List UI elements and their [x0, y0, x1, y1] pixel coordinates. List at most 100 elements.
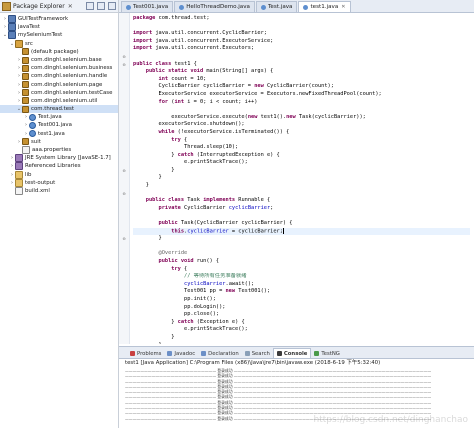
tab-testng[interactable]: TestNG: [311, 349, 343, 358]
code-text: Runnable {: [235, 197, 271, 204]
tree-item[interactable]: › javaTest: [0, 23, 118, 32]
code-line: Thread.sleep(10);: [133, 144, 470, 152]
tree-item[interactable]: (default package): [0, 48, 118, 56]
tree-item-label: Test.java: [38, 114, 62, 121]
tab-javadoc[interactable]: Javadoc: [164, 349, 198, 358]
code-keyword: try: [171, 136, 181, 143]
code-line: ExecutorService executorService = Execut…: [133, 91, 470, 99]
code-keyword: import: [133, 30, 153, 37]
pkg-icon: [22, 138, 29, 146]
bottom-tab-label: TestNG: [321, 350, 340, 357]
tree-item[interactable]: › test1.java: [0, 130, 118, 138]
tree-item[interactable]: ⌄ com.thread.test: [0, 105, 118, 114]
code-line: }: [133, 235, 470, 243]
tab-declaration[interactable]: Declaration: [198, 349, 242, 358]
tree-item-label: suit: [31, 138, 41, 145]
code-keyword: import: [133, 45, 153, 52]
close-tab-icon[interactable]: ✕: [341, 4, 345, 10]
code-line: e.printStackTrace();: [133, 159, 470, 167]
fold-marker-icon[interactable]: ⊖: [121, 168, 127, 173]
bottom-tab-label: Console: [283, 350, 308, 357]
fold-marker-icon[interactable]: ⊖: [121, 54, 127, 59]
tree-item-label: build.xml: [25, 187, 50, 194]
tree-item[interactable]: › test-output: [0, 178, 118, 187]
code-line: e.printStackTrace();: [133, 326, 470, 334]
fold-marker-icon[interactable]: ⊖: [121, 62, 127, 67]
code-line: } catch (Exception e) {: [133, 319, 470, 327]
tree-item-label: com.dinghl.selenium.testCase: [31, 89, 113, 96]
tree-item[interactable]: › com.dinghl.selenium.util: [0, 97, 118, 105]
code-editor[interactable]: ⊖ ⊖ ⊖ ⊖ ⊖ package com.thread.test; import jav…: [119, 13, 474, 344]
tree-item[interactable]: › com.dinghl.selenium.base: [0, 56, 118, 64]
editor-tab-label: Test001.java: [133, 4, 169, 10]
tree-item[interactable]: › JRE System Library [JavaSE-1.7]: [0, 154, 118, 163]
tree-item[interactable]: › Test.java: [0, 113, 118, 121]
editor-tab[interactable]: Test.java: [255, 1, 298, 12]
code-line: }: [133, 167, 470, 175]
editor-tab[interactable]: Test001.java: [121, 1, 174, 12]
code-keyword: public: [158, 220, 178, 227]
tab-search[interactable]: Search: [242, 349, 273, 358]
code-text: .await();: [225, 280, 255, 287]
code-line: } catch (InterruptedException e) {: [133, 152, 470, 160]
close-icon[interactable]: ✕: [68, 3, 73, 10]
tree-item[interactable]: › com.dinghl.selenium.business: [0, 64, 118, 72]
tree-item[interactable]: aaa.properties: [0, 146, 118, 155]
code-text: }: [133, 342, 162, 344]
tree-item[interactable]: › com.dinghl.selenium.handle: [0, 72, 118, 80]
tree-item[interactable]: › com.dinghl.selenium.testCase: [0, 89, 118, 97]
bottom-tab-label: Javadoc: [174, 350, 196, 357]
tree-item[interactable]: › GUITestFramework: [0, 15, 118, 24]
console-icon: [276, 351, 282, 356]
editor-tab[interactable]: test1.java ✕: [298, 1, 351, 12]
console-panel: Problems Javadoc Declaration Search Console T…: [119, 346, 474, 428]
code-keyword: new: [286, 113, 296, 120]
collapse-all-icon[interactable]: [86, 2, 94, 10]
tree-item[interactable]: ⌄ mySeleniumTest: [0, 31, 118, 40]
code-text: java.util.concurrent.Executors;: [152, 45, 255, 52]
tree-item[interactable]: ⌄ src: [0, 39, 118, 48]
code-text: Test001 pp =: [133, 288, 226, 295]
tree-item[interactable]: build.xml: [0, 187, 118, 196]
view-menu-icon[interactable]: [108, 2, 116, 10]
text-caret: [282, 227, 284, 234]
javadoc-icon: [167, 351, 173, 356]
lib-icon: [15, 162, 23, 171]
pkg-icon: [22, 48, 29, 56]
tree-item-label: com.dinghl.selenium.page: [31, 81, 103, 88]
tab-problems[interactable]: Problems: [127, 349, 164, 358]
tree-item[interactable]: › lib: [0, 170, 118, 179]
editor-tab[interactable]: HelloThreadDemo.java: [174, 1, 255, 12]
code-text: e.printStackTrace();: [133, 326, 248, 333]
tab-console[interactable]: Console: [272, 348, 312, 358]
tree-item[interactable]: › Referenced Libraries: [0, 162, 118, 171]
code-line: }: [133, 174, 470, 182]
code-text: com.thread.test;: [155, 15, 210, 21]
fold-marker-icon[interactable]: ⊖: [121, 191, 127, 196]
pkg-icon: [22, 97, 29, 105]
code-lines: package com.thread.test; import java.util…: [133, 15, 470, 344]
tree-item-label: Referenced Libraries: [25, 163, 81, 170]
code-keyword: public class: [133, 60, 172, 67]
java-file-icon: [179, 4, 185, 10]
tree-item[interactable]: › Test001.java: [0, 121, 118, 130]
tree-item-label: com.dinghl.selenium.business: [31, 65, 113, 72]
fold-marker-icon[interactable]: ⊖: [121, 236, 127, 241]
tree-item[interactable]: › suit: [0, 138, 118, 146]
bottom-tab-bar: Problems Javadoc Declaration Search Console T…: [119, 347, 474, 359]
code-text: CyclicBarrier: [180, 204, 229, 211]
code-line: private CyclicBarrier cyclicBarrier;: [133, 205, 470, 213]
code-text: e.printStackTrace();: [133, 159, 248, 166]
code-text: (Exception e) {: [193, 318, 245, 325]
code-text: }: [133, 182, 149, 189]
tree-item[interactable]: › com.dinghl.selenium.page: [0, 81, 118, 89]
code-line: pp.doLogin();: [133, 304, 470, 312]
pkg-icon: [22, 81, 29, 89]
tree-item-label: test-output: [25, 179, 56, 186]
code-text: CyclicBarrier cyclicBarrier =: [133, 83, 255, 90]
code-line: public void run() {: [133, 258, 470, 266]
link-with-editor-icon[interactable]: [97, 2, 105, 10]
